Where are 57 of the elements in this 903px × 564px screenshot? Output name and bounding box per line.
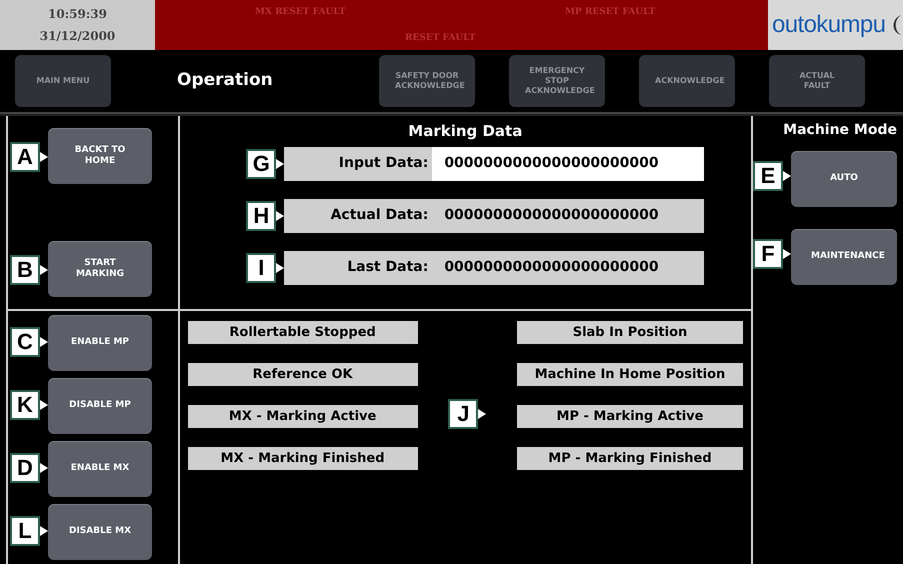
pointer-icon [40,337,48,347]
value-display: 0000000000000000000000 [432,198,704,232]
pointer-icon [783,171,791,181]
callout-letter: L [10,516,40,546]
nav-button[interactable]: ACKNOWLEDGE [639,55,735,107]
pointer-icon [276,262,284,272]
screen-title: Operation [176,69,274,92]
callout-letter: A [10,142,40,172]
hmi-button[interactable]: MAINTENANCE [791,229,897,285]
time-text: 10:59:39 [48,6,107,23]
callout-letter: F [753,239,783,269]
status-indicator: Machine In Home Position [517,363,743,386]
hmi-button[interactable]: DISABLE MX [48,504,152,560]
callout-letter: G [246,148,276,178]
pointer-icon [276,210,284,220]
input-field[interactable]: 0000000000000000000000 [432,146,704,180]
hmi-button[interactable]: AUTO [791,151,897,207]
hmi-button[interactable]: START MARKING [48,241,152,297]
status-indicator: Rollertable Stopped [188,321,418,344]
hmi-button[interactable]: BACKT TO HOME [48,128,152,184]
section-title: Machine Mode [783,121,897,140]
pointer-icon [40,400,48,410]
hmi-button[interactable]: ENABLE MX [48,441,152,497]
pointer-icon [276,158,284,168]
callout-letter: C [10,327,40,357]
callout-letter: E [753,161,783,191]
status-indicator: Reference OK [188,363,418,386]
pointer-icon [40,463,48,473]
callout-letter: J [448,399,478,429]
field-label: Actual Data: [284,198,432,232]
hmi-button[interactable]: ENABLE MP [48,315,152,371]
pointer-icon [478,409,486,419]
callout-letter: K [10,390,40,420]
section-title: Marking Data [408,121,522,142]
status-indicator: MP - Marking Active [517,405,743,428]
field-label: Input Data: [284,146,432,180]
nav-button[interactable]: MAIN MENU [15,55,111,107]
callout-letter: D [10,453,40,483]
hmi-button[interactable]: DISABLE MP [48,378,152,434]
status-indicator: MP - Marking Finished [517,447,743,470]
nav-button[interactable]: SAFETY DOOR ACKNOWLEDGE [379,55,475,107]
nav-button[interactable]: EMERGENCY STOP ACKNOWLEDGE [509,55,605,107]
callout-letter: H [246,200,276,230]
status-indicator: MX - Marking Active [188,405,418,428]
field-label: Last Data: [284,250,432,284]
status-indicator: Slab In Position [517,321,743,344]
callout-letter: B [10,255,40,285]
pointer-icon [783,249,791,259]
status-indicator: MX - Marking Finished [188,447,418,470]
pointer-icon [40,526,48,536]
date-text: 31/12/2000 [40,28,116,45]
pointer-icon [40,265,48,275]
pointer-icon [40,152,48,162]
nav-button[interactable]: ACTUAL FAULT [769,55,865,107]
value-display: 0000000000000000000000 [432,250,704,284]
callout-letter: I [246,252,276,282]
logo-text: outokumpu [772,10,886,40]
